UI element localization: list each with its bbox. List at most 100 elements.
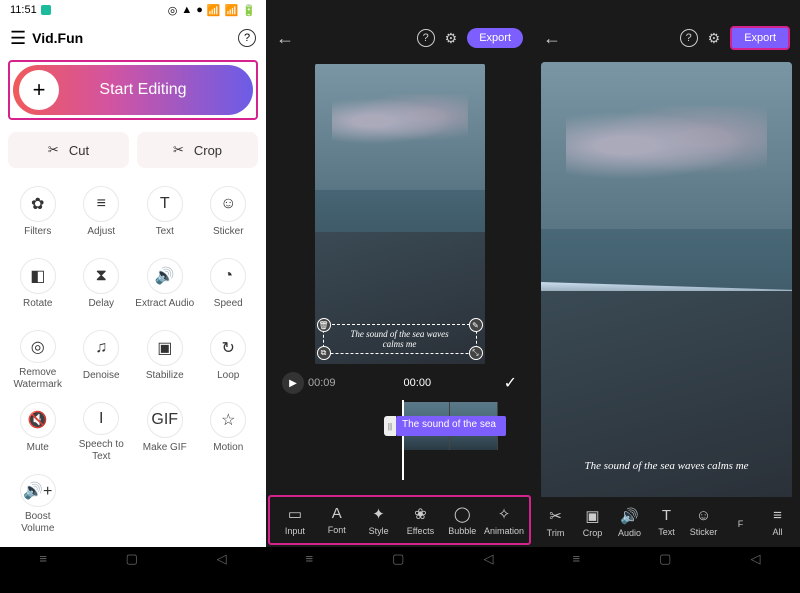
nav-home[interactable]: ▢ xyxy=(659,551,671,567)
tab-all[interactable]: ≡ All xyxy=(759,507,796,537)
tab-label: Bubble xyxy=(448,526,476,536)
nav-back[interactable]: ◁ xyxy=(217,551,227,567)
tool-label: Make GIF xyxy=(143,442,187,454)
tab-sticker[interactable]: ☺Sticker xyxy=(685,507,722,537)
tab-label: Input xyxy=(285,526,305,536)
tab-style[interactable]: ✦Style xyxy=(358,505,400,536)
tool-delay[interactable]: ⧗Delay xyxy=(70,252,134,324)
tab-label: Trim xyxy=(547,528,565,538)
tab-effects[interactable]: ❀ Effects xyxy=(399,505,441,536)
tool-mute[interactable]: 🔇Mute xyxy=(6,396,70,468)
tab-input[interactable]: ▭Input xyxy=(274,505,316,536)
video-preview[interactable]: 🗑 ✎ ⧉ ⤡ The sound of the sea waves calms… xyxy=(315,64,485,364)
tab-label: Crop xyxy=(583,528,603,538)
tab-label: Effects xyxy=(407,526,434,536)
resize-handle-icon[interactable]: ⤡ xyxy=(469,346,483,360)
tool-label: Filters xyxy=(24,226,51,238)
export-button[interactable]: Export xyxy=(730,26,790,50)
crop-icon: ✂ xyxy=(173,142,184,158)
nav-recent[interactable]: ≡ xyxy=(39,551,47,566)
tab-f[interactable]: F xyxy=(722,516,759,529)
status-time: 11:51 xyxy=(10,4,37,16)
text-clip[interactable]: The sound of the sea xyxy=(396,416,506,436)
denoise-icon: ♫ xyxy=(83,330,119,366)
filters-icon: ✿ xyxy=(20,186,56,222)
tab-animation[interactable]: ✧Animation xyxy=(483,505,525,536)
nav-back[interactable]: ◁ xyxy=(483,551,493,567)
nav-recent[interactable]: ≡ xyxy=(573,551,581,566)
tool-sticker[interactable]: ☺Sticker xyxy=(197,180,261,252)
text-clip-handle[interactable]: || xyxy=(384,416,396,436)
nav-home[interactable]: ▢ xyxy=(392,551,404,567)
tool-motion[interactable]: ☆Motion xyxy=(197,396,261,468)
help-icon[interactable]: ? xyxy=(680,29,698,47)
start-editing-button[interactable]: + Start Editing xyxy=(13,65,253,115)
tool-text[interactable]: TText xyxy=(133,180,197,252)
menu-icon[interactable]: ☰ xyxy=(10,28,26,49)
crop-button[interactable]: ✂ Crop xyxy=(137,132,258,168)
remove-watermark-icon: ◎ xyxy=(20,330,56,363)
tab-text[interactable]: TText xyxy=(648,507,685,537)
text-icon: T xyxy=(662,507,671,524)
start-editing-label: Start Editing xyxy=(59,81,247,99)
tool-label: Denoise xyxy=(83,370,120,382)
all-icon: ≡ xyxy=(773,507,782,524)
tab-font[interactable]: AFont xyxy=(316,505,358,535)
sticker-icon: ☺ xyxy=(210,186,246,222)
trim-icon: ✂ xyxy=(549,507,562,525)
tab-label: Animation xyxy=(484,526,524,536)
copy-handle-icon[interactable]: ⧉ xyxy=(317,346,331,360)
tool-denoise[interactable]: ♫ Denoise xyxy=(70,324,134,396)
tab-label: Audio xyxy=(618,528,641,538)
help-icon[interactable]: ? xyxy=(417,29,435,47)
tab-label: All xyxy=(772,527,782,537)
crop-label: Crop xyxy=(194,143,222,158)
cut-button[interactable]: ✂ Cut xyxy=(8,132,129,168)
time-current: 00:09 xyxy=(308,377,336,389)
adjust-icon: ≡ xyxy=(83,186,119,222)
tab-audio[interactable]: 🔊Audio xyxy=(611,507,648,538)
nav-back[interactable]: ◁ xyxy=(750,551,760,567)
stabilize-icon: ▣ xyxy=(147,330,183,366)
tool-label: Mute xyxy=(27,442,49,454)
settings-icon[interactable]: ⚙ xyxy=(708,30,721,47)
confirm-button[interactable]: ✓ xyxy=(504,373,517,393)
back-button[interactable]: ← xyxy=(543,28,561,49)
tool-extract-audio[interactable]: 🔊Extract Audio xyxy=(133,252,197,324)
tool-speed[interactable]: ◔Speed xyxy=(197,252,261,324)
tool-boost-volume[interactable]: 🔊+Boost Volume xyxy=(6,468,70,540)
nav-home[interactable]: ▢ xyxy=(126,551,138,567)
effects-icon: ❀ xyxy=(414,505,427,523)
plus-icon: + xyxy=(19,70,59,110)
tab-trim[interactable]: ✂ Trim xyxy=(537,507,574,538)
bubble-icon: ◯ xyxy=(454,505,471,523)
tool-make-gif[interactable]: GIFMake GIF xyxy=(133,396,197,468)
settings-icon[interactable]: ⚙ xyxy=(445,30,458,47)
edit-handle-icon[interactable]: ✎ xyxy=(469,318,483,332)
export-button[interactable]: Export xyxy=(467,28,523,48)
tab-bubble[interactable]: ◯ Bubble xyxy=(441,505,483,536)
tool-filters[interactable]: ✿ Filters xyxy=(6,180,70,252)
speed-icon: ◔ xyxy=(210,258,246,294)
back-button[interactable]: ← xyxy=(276,28,294,49)
text-overlay[interactable]: 🗑 ✎ ⧉ ⤡ The sound of the sea waves calms… xyxy=(323,324,477,354)
tool-remove-watermark[interactable]: ◎Remove Watermark xyxy=(6,324,70,396)
nav-recent[interactable]: ≡ xyxy=(306,551,314,566)
sticker-icon: ☺ xyxy=(696,507,711,524)
play-button[interactable]: ▶ xyxy=(282,372,304,394)
tab-crop[interactable]: ▣Crop xyxy=(574,507,611,538)
tool-adjust[interactable]: ≡Adjust xyxy=(70,180,134,252)
tool-loop[interactable]: ↻Loop xyxy=(197,324,261,396)
tool-rotate[interactable]: ◧Rotate xyxy=(6,252,70,324)
help-icon[interactable]: ? xyxy=(238,29,256,47)
scissors-icon: ✂ xyxy=(48,142,59,158)
video-preview[interactable]: The sound of the sea waves calms me xyxy=(541,62,792,502)
tool-stabilize[interactable]: ▣Stabilize xyxy=(133,324,197,396)
status-bar xyxy=(533,0,800,20)
font-icon: A xyxy=(332,505,342,522)
playhead[interactable] xyxy=(402,400,404,480)
time-pos: 00:00 xyxy=(404,377,432,389)
tool-speech-to-text[interactable]: ISpeech to Text xyxy=(70,396,134,468)
motion-icon: ☆ xyxy=(210,402,246,438)
delete-handle-icon[interactable]: 🗑 xyxy=(317,318,331,332)
